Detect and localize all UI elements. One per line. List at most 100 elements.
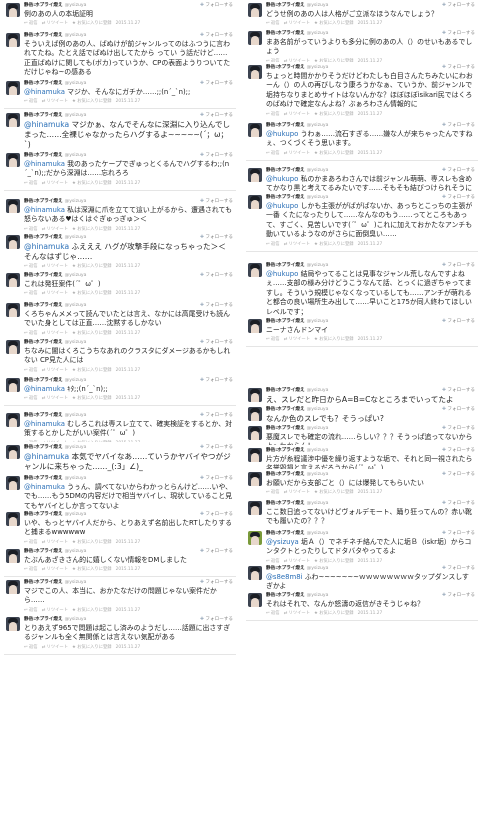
reply-button[interactable]: ↩ 返信: [266, 242, 280, 247]
user-handle[interactable]: @ysizuya: [65, 33, 87, 38]
user-handle[interactable]: @ysizuya: [65, 476, 87, 481]
follow-button[interactable]: フォローする: [200, 548, 233, 556]
retweet-button[interactable]: ⇄ リツイート: [284, 112, 310, 117]
favorite-button[interactable]: ★ お気に入りに登録: [72, 567, 112, 572]
avatar[interactable]: [6, 413, 20, 427]
mention-link[interactable]: @hinamuka: [24, 420, 65, 428]
reply-button[interactable]: ↩ 返信: [24, 567, 38, 572]
avatar[interactable]: [6, 617, 20, 631]
display-name[interactable]: 静岳:ホプライ燈え: [24, 445, 63, 450]
user-handle[interactable]: @ysizuya: [65, 617, 87, 622]
avatar[interactable]: [6, 549, 20, 563]
avatar[interactable]: [6, 340, 20, 354]
display-name[interactable]: 静岳:ホプライ燈え: [266, 448, 305, 453]
user-handle[interactable]: @ysizuya: [65, 153, 87, 158]
avatar[interactable]: [6, 476, 20, 490]
user-handle[interactable]: @ysizuya: [307, 263, 329, 268]
retweet-button[interactable]: ⇄ リツイート: [284, 21, 310, 26]
follow-button[interactable]: フォローする: [442, 2, 475, 10]
mention-link[interactable]: @hukupo: [266, 175, 298, 183]
user-handle[interactable]: @ysizuya: [307, 407, 329, 412]
display-name[interactable]: 静岳:ホプライ燈え: [24, 33, 63, 38]
avatar[interactable]: [6, 580, 20, 594]
favorite-button[interactable]: ★ お気に入りに登録: [72, 368, 112, 373]
follow-button[interactable]: フォローする: [442, 387, 475, 395]
follow-button[interactable]: フォローする: [200, 32, 233, 40]
display-name[interactable]: 静岳:ホプライ燈え: [266, 426, 305, 431]
display-name[interactable]: 静岳:ホプライ燈え: [266, 168, 305, 173]
user-handle[interactable]: @ysizuya: [307, 168, 329, 173]
favorite-button[interactable]: ★ お気に入りに登録: [314, 242, 354, 247]
follow-button[interactable]: フォローする: [200, 339, 233, 347]
avatar[interactable]: [6, 199, 20, 213]
favorite-button[interactable]: ★ お気に入りに登録: [314, 21, 354, 26]
user-handle[interactable]: @ysizuya: [307, 31, 329, 36]
retweet-button[interactable]: ⇄ リツイート: [42, 264, 68, 269]
reply-button[interactable]: ↩ 返信: [266, 151, 280, 156]
avatar[interactable]: [248, 426, 262, 440]
user-handle[interactable]: @ysizuya: [65, 549, 87, 554]
mention-link[interactable]: @hinamuka: [24, 206, 65, 214]
retweet-button[interactable]: ⇄ リツイート: [284, 611, 310, 616]
favorite-button[interactable]: ★ お気に入りに登録: [314, 611, 354, 616]
retweet-button[interactable]: ⇄ リツイート: [284, 242, 310, 247]
reply-button[interactable]: ↩ 返信: [266, 490, 280, 495]
user-handle[interactable]: @ysizuya: [65, 113, 87, 118]
favorite-button[interactable]: ★ お気に入りに登録: [314, 151, 354, 156]
user-handle[interactable]: @ysizuya: [307, 3, 329, 8]
avatar[interactable]: [248, 593, 262, 607]
follow-button[interactable]: フォローする: [200, 2, 233, 10]
retweet-button[interactable]: ⇄ リツイート: [42, 645, 68, 650]
avatar[interactable]: [6, 378, 20, 392]
user-handle[interactable]: @ysizuya: [307, 426, 329, 431]
display-name[interactable]: 静岳:ホプライ燈え: [24, 549, 63, 554]
reply-button[interactable]: ↩ 返信: [24, 608, 38, 613]
follow-button[interactable]: フォローする: [442, 318, 475, 326]
favorite-button[interactable]: ★ お気に入りに登録: [72, 99, 112, 104]
avatar[interactable]: [6, 33, 20, 47]
follow-button[interactable]: フォローする: [442, 30, 475, 38]
reply-button[interactable]: ↩ 返信: [24, 99, 38, 104]
user-handle[interactable]: @ysizuya: [307, 501, 329, 506]
retweet-button[interactable]: ⇄ リツイート: [284, 490, 310, 495]
display-name[interactable]: 静岳:ホプライ燈え: [266, 65, 305, 70]
reply-button[interactable]: ↩ 返信: [266, 112, 280, 117]
reply-button[interactable]: ↩ 返信: [266, 21, 280, 26]
display-name[interactable]: 静岳:ホプライ燈え: [24, 199, 63, 204]
avatar[interactable]: [248, 168, 262, 182]
retweet-button[interactable]: ⇄ リツイート: [42, 21, 68, 26]
favorite-button[interactable]: ★ お気に入りに登録: [72, 331, 112, 336]
user-handle[interactable]: @ysizuya: [307, 448, 329, 453]
follow-button[interactable]: フォローする: [200, 616, 233, 624]
follow-button[interactable]: フォローする: [200, 377, 233, 385]
mention-link[interactable]: @hinamuka: [24, 120, 69, 129]
display-name[interactable]: 静岳:ホプライ燈え: [266, 593, 305, 598]
follow-button[interactable]: フォローする: [442, 530, 475, 538]
display-name[interactable]: 静岳:ホプライ燈え: [24, 476, 63, 481]
reply-button[interactable]: ↩ 返信: [24, 396, 38, 401]
user-handle[interactable]: @ysizuya: [65, 235, 87, 240]
favorite-button[interactable]: ★ お気に入りに登録: [314, 337, 354, 342]
mention-link[interactable]: @hukupo: [266, 130, 298, 138]
follow-button[interactable]: フォローする: [200, 234, 233, 242]
avatar[interactable]: [6, 273, 20, 287]
user-handle[interactable]: @ysizuya: [307, 123, 329, 128]
user-handle[interactable]: @ysizuya: [65, 340, 87, 345]
mention-link[interactable]: @hinamuka: [24, 242, 69, 251]
avatar[interactable]: [248, 448, 262, 462]
display-name[interactable]: 静岳:ホプライ燈え: [266, 566, 305, 571]
follow-button[interactable]: フォローする: [200, 412, 233, 420]
avatar[interactable]: [248, 388, 262, 402]
avatar[interactable]: [248, 31, 262, 45]
follow-button[interactable]: フォローする: [200, 579, 233, 587]
reply-button[interactable]: ↩ 返信: [266, 337, 280, 342]
display-name[interactable]: 静岳:ホプライ燈え: [24, 617, 63, 622]
favorite-button[interactable]: ★ お気に入りに登録: [72, 21, 112, 26]
display-name[interactable]: 静岳:ホプライ燈え: [266, 388, 305, 393]
user-handle[interactable]: @ysizuya: [65, 3, 87, 8]
user-handle[interactable]: @ysizuya: [65, 580, 87, 585]
follow-button[interactable]: フォローする: [442, 262, 475, 270]
mention-link[interactable]: @hukupo: [266, 202, 298, 210]
favorite-button[interactable]: ★ お気に入りに登録: [72, 540, 112, 545]
avatar[interactable]: [248, 263, 262, 277]
